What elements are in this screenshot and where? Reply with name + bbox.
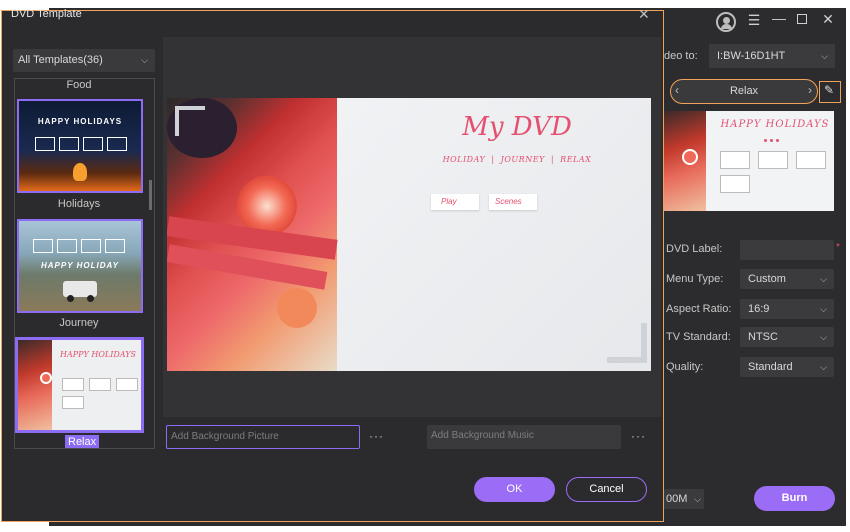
tv-standard-select[interactable]: NTSC ⌵ [740, 327, 834, 347]
size-value: 00M [666, 493, 688, 505]
template-label-holidays: Holidays [57, 198, 101, 210]
tv-standard-label: TV Standard: [666, 331, 731, 343]
chevron-down-icon: ⌵ [821, 51, 828, 61]
thumb-text: HAPPY HOLIDAY [40, 261, 120, 270]
video-to-value: I:BW-16D1HT [717, 50, 786, 62]
size-select[interactable]: 00M ⌵ [664, 489, 704, 509]
chevron-down-icon: ⌵ [820, 332, 827, 342]
template-name-bar: ‹ Relax › [670, 79, 818, 104]
template-filter-select[interactable]: All Templates(36) ⌵ [13, 49, 155, 72]
template-label-relax: Relax [65, 435, 100, 448]
template-filter-value: All Templates(36) [18, 54, 103, 66]
chevron-down-icon: ⌵ [820, 274, 827, 284]
preview-title: My DVD [462, 112, 572, 142]
preview-subtitle: HOLIDAY | JOURNEY | RELAX [442, 155, 592, 164]
dvd-label-input[interactable] [740, 240, 834, 260]
window-close-icon[interactable]: ✕ [818, 9, 838, 29]
dvd-label-label: DVD Label: [666, 243, 723, 255]
quality-value: Standard [748, 361, 793, 373]
minimize-icon[interactable]: — [769, 8, 789, 28]
template-thumb-journey[interactable]: HAPPY HOLIDAY [17, 219, 143, 313]
menu-type-label: Menu Type: [666, 273, 724, 285]
chevron-down-icon: ⌵ [141, 55, 148, 65]
required-mark: * [836, 242, 840, 253]
template-thumb-holidays[interactable]: HAPPY HOLIDAYS [17, 99, 143, 193]
chevron-down-icon: ⌵ [820, 304, 827, 314]
next-template-icon[interactable]: › [808, 83, 812, 97]
edit-icon: ✎ [824, 83, 835, 97]
aspect-ratio-select[interactable]: 16:9 ⌵ [740, 299, 834, 319]
aspect-ratio-label: Aspect Ratio: [666, 303, 732, 315]
background-picture-input[interactable]: Add Background Picture [166, 425, 360, 449]
menu-icon[interactable]: ☰ [744, 10, 764, 30]
template-preview: My DVD HOLIDAY | JOURNEY | RELAX Play Sc… [167, 98, 651, 371]
ok-button[interactable]: OK [474, 477, 555, 502]
browse-picture-button[interactable]: ··· [369, 429, 384, 443]
preview-scenes-button[interactable]: Scenes [489, 194, 537, 210]
video-to-label: deo to: [664, 50, 698, 62]
thumb-text: HAPPY HOLIDAYS [60, 350, 136, 359]
thumb-title: HAPPY HOLIDAYS [720, 119, 830, 130]
template-thumb-relax[interactable]: HAPPY HOLIDAYS [15, 337, 144, 433]
template-thumbnail: HAPPY HOLIDAYS [664, 111, 834, 211]
chevron-down-icon: ⌵ [820, 362, 827, 372]
edit-template-button[interactable]: ✎ [819, 81, 841, 103]
menu-type-value: Custom [748, 273, 786, 285]
template-list-scrollbar[interactable] [149, 180, 152, 210]
thumb-text: HAPPY HOLIDAYS [37, 117, 123, 126]
background-music-input[interactable]: Add Background Music [427, 425, 621, 449]
maximize-icon[interactable] [797, 14, 807, 24]
quality-label: Quality: [666, 361, 704, 373]
template-list: Food HAPPY HOLIDAYS Holidays HAPPY HOLID… [14, 78, 155, 449]
video-to-select[interactable]: I:BW-16D1HT ⌵ [709, 44, 835, 68]
burn-button[interactable]: Burn [754, 486, 835, 511]
tv-standard-value: NTSC [748, 331, 778, 343]
preview-play-button[interactable]: Play [431, 194, 479, 210]
chevron-down-icon: ⌵ [694, 494, 701, 504]
cancel-button[interactable]: Cancel [566, 477, 647, 502]
template-name-label: Relax [729, 85, 759, 97]
quality-select[interactable]: Standard ⌵ [740, 357, 834, 377]
browse-music-button[interactable]: ··· [631, 429, 646, 443]
template-label-food: Food [66, 79, 92, 91]
aspect-ratio-value: 16:9 [748, 303, 770, 315]
template-label-journey: Journey [59, 317, 99, 329]
menu-type-select[interactable]: Custom ⌵ [740, 269, 834, 289]
close-icon[interactable]: ✕ [638, 6, 650, 23]
dialog-title: DVD Template [11, 8, 82, 20]
user-icon[interactable] [716, 12, 736, 32]
